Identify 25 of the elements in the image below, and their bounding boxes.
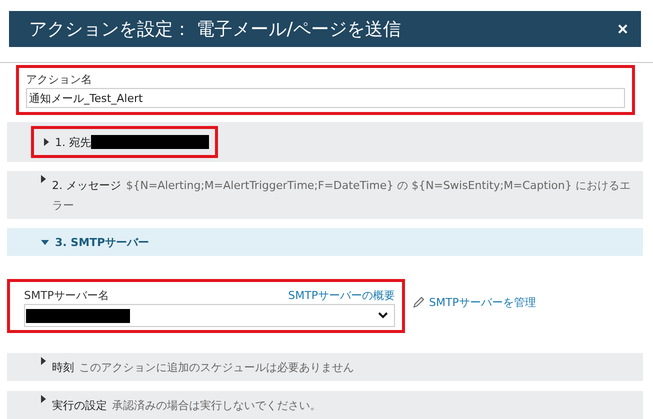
section-header[interactable]: 実行の設定 承認済みの場合は実行しないでください。 bbox=[7, 391, 643, 419]
close-button[interactable]: × bbox=[617, 18, 628, 40]
section-header[interactable]: 2. メッセージ ${N=Alerting;M=AlertTriggerTime;F=DateTime} の ${N=SwisEntity;M=Caption} におけるエラー bbox=[7, 171, 643, 219]
section-label[interactable]: 2. メッセージ ${N=Alerting;M=AlertTriggerTime;F=DateTime} の ${N=SwisEntity;M=Caption} におけるエラー bbox=[52, 175, 633, 215]
expanded-arrow-icon bbox=[41, 240, 49, 244]
field-label: SMTPサーバー名 bbox=[24, 288, 109, 303]
select-field[interactable] bbox=[24, 304, 395, 327]
collapsed-arrow-icon bbox=[41, 175, 46, 183]
collapsed-arrow-icon bbox=[41, 357, 46, 365]
section-header[interactable]: 時刻 このアクションに追加のスケジュールは必要ありません bbox=[7, 353, 643, 381]
input-field[interactable]: 通知メール_Test_Alert bbox=[26, 88, 625, 108]
section-header[interactable]: 1. 宛先 bbox=[7, 122, 643, 162]
section-label[interactable]: 1. 宛先 bbox=[55, 132, 91, 152]
pencil-icon bbox=[413, 296, 425, 308]
collapsed-arrow-icon bbox=[44, 138, 49, 146]
overview-link[interactable]: SMTPサーバーの概要 bbox=[288, 288, 395, 303]
section-header[interactable]: 3. SMTPサーバー bbox=[7, 228, 643, 256]
collapsed-arrow-icon bbox=[41, 395, 46, 403]
field-label: アクション名 bbox=[26, 72, 93, 87]
section-label[interactable]: 実行の設定 承認済みの場合は実行しないでください。 bbox=[52, 395, 322, 415]
dialog-title: アクションを設定： 電子メール/ページを送信 bbox=[29, 18, 401, 41]
section-label[interactable]: 3. SMTPサーバー bbox=[55, 232, 150, 252]
chevron-down-icon bbox=[378, 312, 388, 319]
manage-link[interactable]: SMTPサーバーを管理 bbox=[429, 294, 536, 310]
section-label[interactable]: 時刻 このアクションに追加のスケジュールは必要ありません bbox=[52, 357, 354, 377]
